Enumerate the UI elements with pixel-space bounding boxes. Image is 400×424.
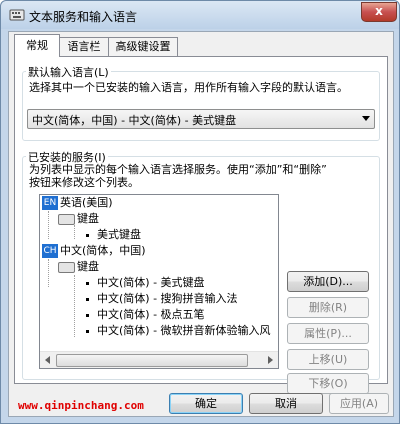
cancel-button[interactable]: 取消 [249,393,323,414]
default-language-title: 默认输入语言(L) [26,64,111,80]
title-bar[interactable]: 文本服务和输入语言 x [1,1,399,29]
service-label: 中文(简体) - 微软拼音新体验输入风 [97,324,271,337]
apply-button[interactable]: 应用(A) [329,393,389,414]
services-tree[interactable]: EN 英语(美国) 键盘 美式键盘 CH 中文(简体，中国) 键盘 中文(简体) -… [39,194,279,369]
service-label: 美式键盘 [97,228,141,241]
dialog-client: 常规 语言栏 高级键设置 默认输入语言(L) 选择其中一个已安装的输入语言，用作… [8,31,394,417]
tree-item-service[interactable]: 中文(简体) - 微软拼音新体验输入风 [86,323,271,339]
language-badge: EN [42,196,58,210]
close-icon: x [375,4,383,18]
chevron-down-icon [362,116,370,121]
keyboard-icon [58,261,75,273]
close-button[interactable]: x [361,2,397,22]
tree-item-chinese-simplified[interactable]: CH 中文(简体，中国) [42,243,146,259]
watermark-text: www.qinpinchang.com [18,399,144,412]
window-title: 文本服务和输入语言 [29,10,138,24]
tree-item-service[interactable]: 中文(简体) - 美式键盘 [86,275,205,291]
bullet-icon [86,281,89,285]
move-up-button[interactable]: 上移(U) [287,349,369,370]
default-language-description: 选择其中一个已安装的输入语言，用作所有输入字段的默认语言。 [29,81,348,94]
scroll-right-icon[interactable] [268,356,273,364]
tab-advanced-keys[interactable]: 高级键设置 [108,37,178,56]
scroll-thumb[interactable] [56,354,248,367]
horizontal-scrollbar[interactable] [40,351,278,368]
language-label: 中文(简体，中国) [60,244,146,257]
default-language-value: 中文(简体，中国) - 中文(简体) - 美式键盘 [32,114,237,127]
tab-general[interactable]: 常规 [14,34,60,57]
properties-button[interactable]: 属性(P)... [287,323,369,344]
service-label: 中文(简体) - 美式键盘 [97,276,205,289]
keyboard-icon [58,213,75,225]
bullet-icon [86,329,89,333]
tree-item-service[interactable]: 中文(简体) - 极点五笔 [86,307,205,323]
tree-item-service[interactable]: 中文(简体) - 搜狗拼音输入法 [86,291,238,307]
language-label: 英语(美国) [60,196,113,209]
bullet-icon [86,297,89,301]
installed-services-description-1: 为列表中显示的每个输入语言选择服务。使用“添加”和“删除” [29,163,327,176]
bullet-icon [86,233,89,237]
scroll-left-icon[interactable] [45,356,50,364]
service-label: 中文(简体) - 搜狗拼音输入法 [97,292,238,305]
tree-item-keyboard[interactable]: 键盘 [58,259,99,275]
service-label: 中文(简体) - 极点五笔 [97,308,205,321]
general-tab-panel: 默认输入语言(L) 选择其中一个已安装的输入语言，用作所有输入字段的默认语言。 … [14,56,388,394]
dialog-window: 文本服务和输入语言 x 常规 语言栏 高级键设置 默认输入语言(L) 选择其中一… [0,0,400,424]
installed-services-description-2: 按钮来修改这个列表。 [29,176,139,189]
language-badge: CH [42,244,58,258]
remove-button[interactable]: 删除(R) [287,297,369,318]
tree-item-service[interactable]: 美式键盘 [86,227,141,243]
add-button[interactable]: 添加(D)... [287,271,369,292]
category-label: 键盘 [77,212,99,225]
move-down-button[interactable]: 下移(O) [287,373,369,394]
tree-item-keyboard[interactable]: 键盘 [58,211,99,227]
ok-button[interactable]: 确定 [169,393,243,414]
default-language-dropdown[interactable]: 中文(简体，中国) - 中文(简体) - 美式键盘 [27,109,375,129]
category-label: 键盘 [77,260,99,273]
tree-item-english-us[interactable]: EN 英语(美国) [42,195,113,211]
bullet-icon [86,313,89,317]
tab-language-bar[interactable]: 语言栏 [59,37,109,56]
keyboard-app-icon [9,9,25,21]
